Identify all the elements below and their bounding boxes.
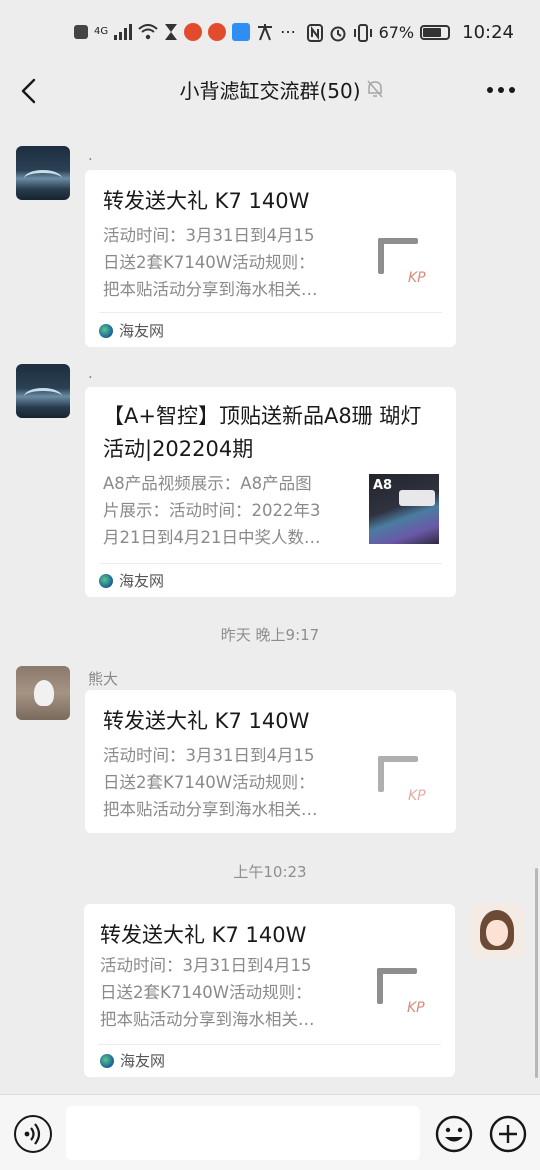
divider [99,563,442,564]
divider [98,1044,441,1045]
card-desc-line: 把本贴活动分享到海水相关… [103,280,318,299]
avatar[interactable] [16,364,70,418]
card-thumbnail: KP [369,960,439,1030]
card-desc-line: 活动时间：3月31日到4月15 [103,746,315,765]
link-card[interactable]: 转发送大礼 K7 140W 活动时间：3月31日到4月15 日送2套K7140W… [85,690,456,833]
more-notifications-icon: ⋯ [280,22,297,41]
sender-name: . [88,146,93,164]
sender-name: 熊大 [88,670,119,688]
divider [99,312,442,313]
translate-icon [258,23,273,40]
wifi-icon [138,23,158,39]
status-icons-left: 4G ⋯ [74,22,296,41]
timestamp: 昨天 晚上9:17 [220,626,320,644]
input-bar [0,1094,540,1170]
source-label: 海友网 [119,322,165,340]
battery-icon [420,25,451,40]
card-desc-line: 日送2套K7140W活动规则： [103,253,315,272]
status-bar: 4G ⋯ 67% 10:24 [0,0,540,66]
card-desc-line: A8产品视频展示：A8产品图 [103,474,312,493]
link-card[interactable]: 转发送大礼 K7 140W 活动时间：3月31日到4月15 日送2套K7140W… [84,904,455,1077]
emoji-icon[interactable] [434,1114,474,1154]
card-desc-line: 片展示：活动时间：2022年3 [103,501,321,520]
vibrate-icon [353,23,372,42]
thumb-brand-text: A8 [373,478,393,493]
avatar[interactable] [16,666,70,720]
sender-name: . [88,364,93,382]
card-title-line: 活动|202204期 [103,437,254,461]
nfc-icon [306,23,323,42]
source-label: 海友网 [120,1052,166,1070]
signal-icon [114,23,133,40]
message-input[interactable] [66,1106,420,1160]
chat-header: 小背滤缸交流群(50) [0,66,540,118]
battery-percent: 67% [378,23,415,42]
scrollbar[interactable] [535,868,538,1078]
mute-bell-icon [367,80,383,98]
weibo-icon-2 [208,22,227,41]
my-avatar[interactable] [470,904,524,958]
card-desc-line: 把本贴活动分享到海水相关… [100,1010,315,1029]
haiyou-logo-icon [99,573,113,588]
avatar[interactable] [16,146,70,200]
hourglass-icon [165,23,178,40]
device-shape [399,490,435,506]
weibo-icon [184,22,203,41]
lamp-brand-logo: KP [408,270,426,286]
card-desc-line: 把本贴活动分享到海水相关… [103,800,318,819]
link-card[interactable]: 转发送大礼 K7 140W 活动时间：3月31日到4月15 日送2套K7140W… [85,170,456,347]
card-desc-line: 月21日到4月21日中奖人数… [103,528,321,547]
alarm-icon [330,26,346,41]
card-thumbnail: A8 [369,474,439,544]
card-thumbnail: KP [370,748,440,818]
delivery-app-icon [232,22,251,41]
card-thumbnail: KP [370,230,440,300]
card-desc-line: 活动时间：3月31日到4月15 [100,956,312,975]
link-card[interactable]: 【A+智控】顶贴送新品A8珊 瑚灯 活动|202204期 A8产品视频展示：A8… [85,387,456,597]
card-source: 海友网 [99,320,164,341]
card-title-line: 【A+智控】顶贴送新品A8珊 瑚灯 [103,404,422,428]
card-source: 海友网 [99,570,164,591]
card-title: 转发送大礼 K7 140W [103,189,310,213]
status-icons-right: 67% 10:24 [306,22,514,43]
clock: 10:24 [462,22,514,43]
card-desc-line: 活动时间：3月31日到4月15 [103,226,315,245]
card-title: 转发送大礼 K7 140W [100,923,307,947]
source-label: 海友网 [119,572,165,590]
network-label: 4G [94,26,109,37]
card-source: 海友网 [100,1050,165,1071]
card-title: 转发送大礼 K7 140W [103,709,310,733]
more-options-icon[interactable] [486,78,516,102]
card-desc-line: 日送2套K7140W活动规则： [103,773,315,792]
haiyou-logo-icon [100,1053,114,1068]
voice-icon [24,1123,41,1145]
hd-icon [74,24,88,39]
lamp-brand-logo: KP [408,788,426,804]
voice-input-button[interactable] [14,1115,52,1153]
chat-title: 小背滤缸交流群(50) [179,79,361,103]
card-desc-line: 日送2套K7140W活动规则： [100,983,312,1002]
message-list[interactable]: . 转发送大礼 K7 140W 活动时间：3月31日到4月15 日送2套K714… [0,118,540,1094]
plus-icon[interactable] [488,1114,528,1154]
lamp-brand-logo: KP [407,1000,425,1016]
haiyou-logo-icon [99,323,113,338]
timestamp: 上午10:23 [233,863,307,881]
